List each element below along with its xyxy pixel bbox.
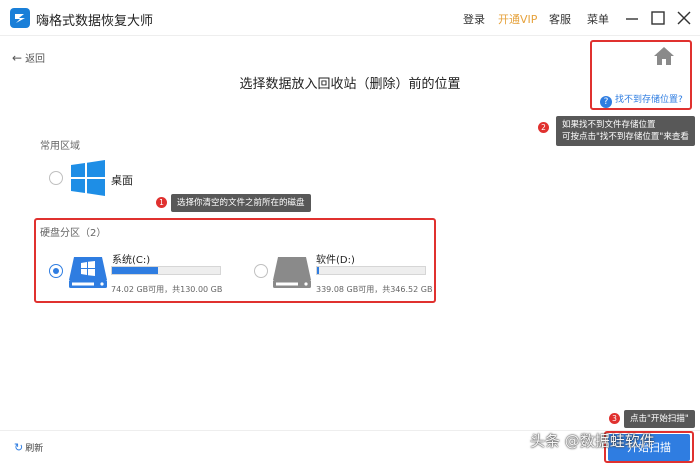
refresh-icon: ↻ <box>14 441 24 454</box>
cant-find-location-link[interactable]: ? 找不到存储位置? <box>600 92 683 108</box>
watermark: 头条 @数据蛙软件 <box>530 432 655 450</box>
refresh-label: 刷新 <box>25 444 44 454</box>
desktop-label[interactable]: 桌面 <box>111 172 133 188</box>
question-icon: ? <box>600 96 612 108</box>
drive-d-info: 339.08 GB可用，共346.52 GB <box>316 285 433 294</box>
help-link-label: 找不到存储位置? <box>615 95 683 105</box>
menu-link[interactable]: 菜单 <box>587 11 609 27</box>
drive-c-name[interactable]: 系统(C:) <box>112 251 150 266</box>
drive-c-radio[interactable] <box>49 264 63 278</box>
drive-c-usage-fill <box>112 267 159 274</box>
desktop-radio[interactable] <box>49 171 63 185</box>
tip-2-line-2: 可按点击"找不到存储位置"来查看 <box>562 132 689 142</box>
tip-2: 如果找不到文件存储位置 可按点击"找不到存储位置"来查看 <box>556 116 695 146</box>
tip-2-line-1: 如果找不到文件存储位置 <box>562 120 656 130</box>
tip-1: 选择你清空的文件之前所在的磁盘 <box>171 194 311 212</box>
login-link[interactable]: 登录 <box>463 11 485 27</box>
tip-3: 点击"开始扫描" <box>624 410 695 428</box>
title-bar: 嗨格式数据恢复大师 登录 开通VIP 客服 菜单 <box>0 0 700 36</box>
back-button[interactable]: ← 返回 <box>12 50 45 65</box>
tip-badge-2: 2 <box>538 122 549 133</box>
common-area-label: 常用区域 <box>40 141 80 152</box>
app-logo-icon <box>10 8 30 28</box>
vip-link[interactable]: 开通VIP <box>498 11 537 27</box>
drive-c-info: 74.02 GB可用，共130.00 GB <box>111 285 223 294</box>
drive-c-usage-bar <box>111 266 221 275</box>
drive-d-name[interactable]: 软件(D:) <box>316 251 355 266</box>
windows-logo-icon <box>71 160 105 196</box>
system-drive-icon[interactable] <box>68 253 108 289</box>
back-label: 返回 <box>25 54 46 65</box>
app-title: 嗨格式数据恢复大师 <box>36 14 154 29</box>
tip-badge-3: 3 <box>609 413 620 424</box>
refresh-button[interactable]: ↻ 刷新 <box>14 441 43 454</box>
minimize-icon[interactable] <box>624 10 640 26</box>
maximize-icon[interactable] <box>650 10 666 26</box>
drive-d-usage-bar <box>316 266 426 275</box>
close-icon[interactable] <box>676 10 692 26</box>
home-icon[interactable] <box>653 46 675 66</box>
arrow-left-icon: ← <box>12 51 23 65</box>
service-link[interactable]: 客服 <box>549 11 571 27</box>
tip-badge-1: 1 <box>156 197 167 208</box>
drive-d-usage-fill <box>317 267 320 274</box>
drive-d-radio[interactable] <box>254 264 268 278</box>
disk-section-label: 硬盘分区（2） <box>40 228 107 239</box>
hard-drive-icon[interactable] <box>272 253 312 289</box>
